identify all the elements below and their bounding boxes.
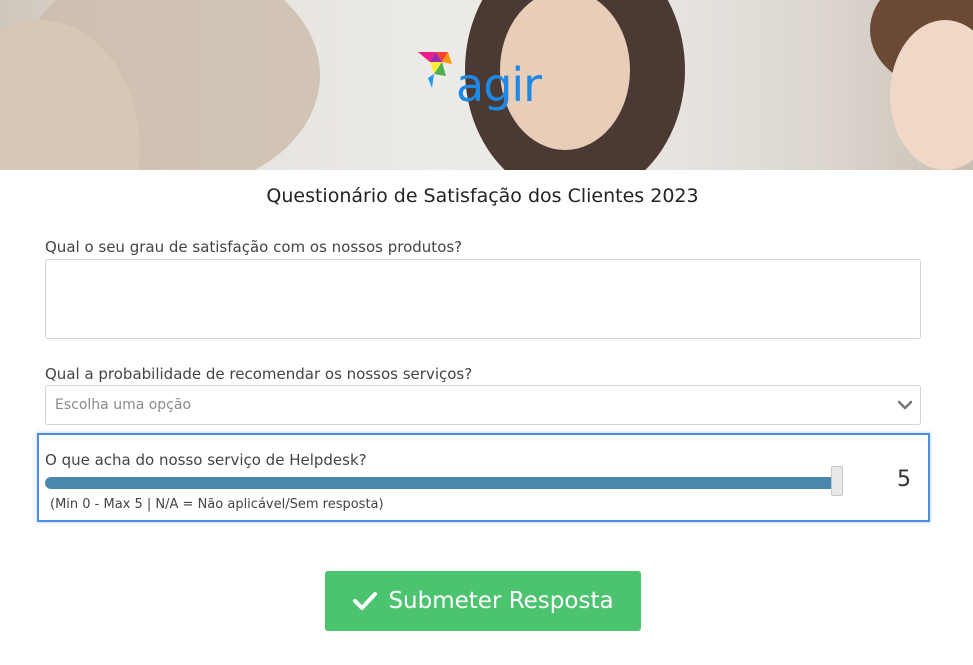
question-1-textarea[interactable] [45,259,921,339]
rating-slider-handle[interactable] [831,466,843,496]
rating-slider-value: 5 [897,467,911,492]
chevron-down-icon [897,400,913,410]
question-2-select[interactable]: Escolha uma opção [45,385,921,425]
question-3-label: O que acha do nosso serviço de Helpdesk? [45,451,367,469]
rating-slider-track[interactable] [45,477,838,489]
submit-button-label: Submeter Resposta [388,588,614,614]
check-icon [353,592,378,610]
page-title: Questionário de Satisfação dos Clientes … [266,185,699,207]
rating-hint: (Min 0 - Max 5 | N/A = Não aplicável/Sem… [50,497,384,512]
submit-button[interactable]: Submeter Resposta [325,571,641,631]
question-1-label: Qual o seu grau de satisfação com os nos… [45,238,463,256]
header-banner: agir [0,0,973,170]
logo-wordmark: agir [456,58,542,112]
agir-logo: agir [418,48,553,123]
question-2-label: Qual a probabilidade de recomendar os no… [45,365,473,383]
select-placeholder: Escolha uma opção [55,397,192,413]
